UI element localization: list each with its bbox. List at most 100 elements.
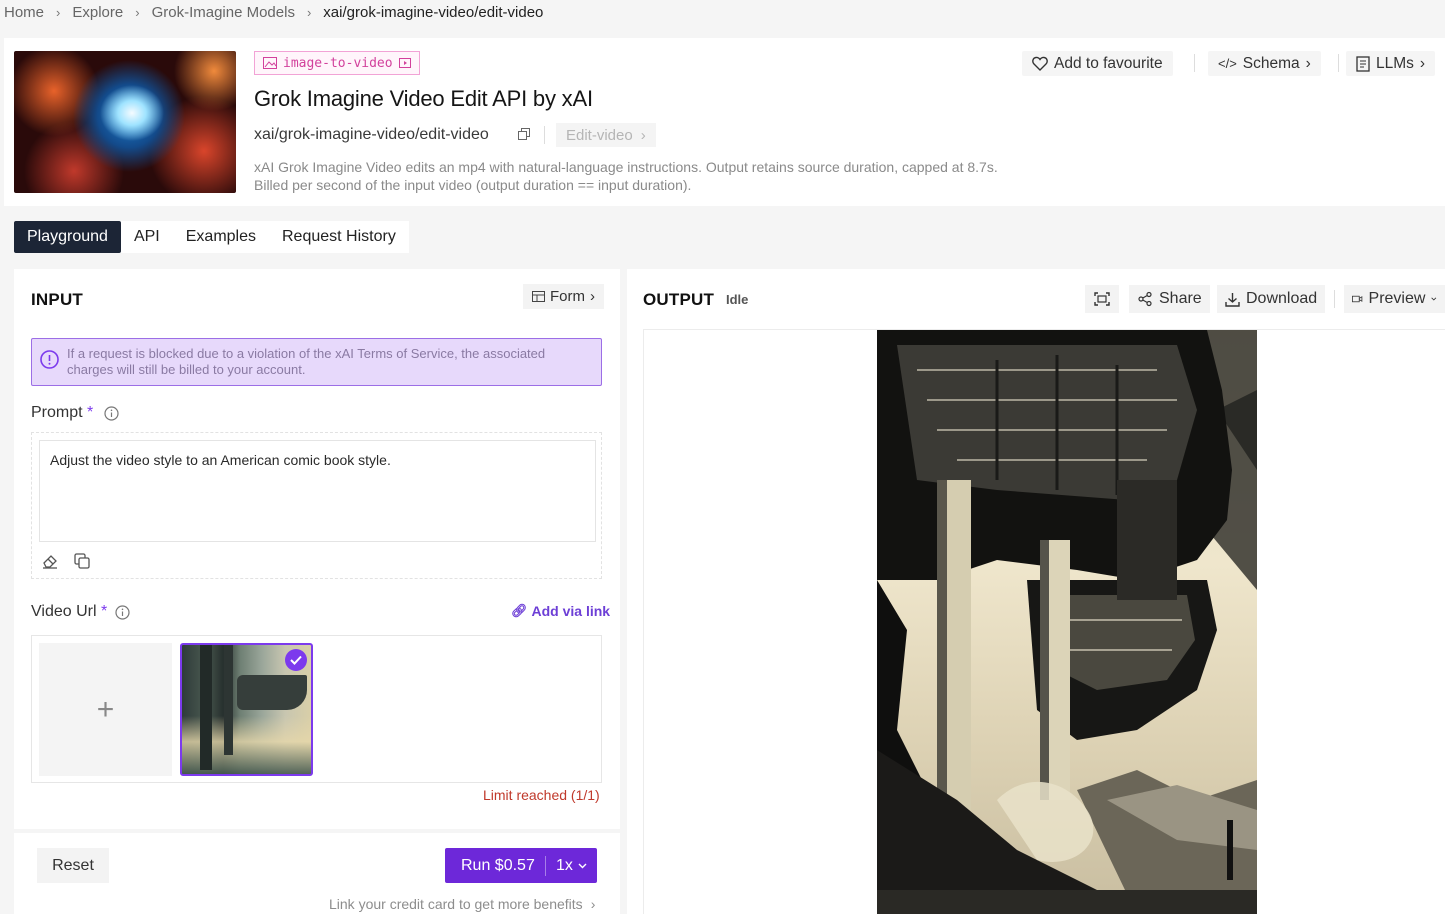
video-url-label-text: Video Url (31, 603, 97, 620)
image-icon (263, 57, 277, 69)
info-icon[interactable] (104, 406, 119, 421)
task-tag[interactable]: image-to-video (254, 51, 420, 75)
info-circle-icon (40, 350, 59, 369)
table-icon (532, 291, 545, 302)
chevron-right-icon: › (306, 4, 312, 20)
preview-label: Preview (1368, 290, 1426, 307)
chevron-down-icon (1431, 297, 1437, 301)
tab-playground[interactable]: Playground (14, 221, 121, 253)
video-icon (398, 58, 411, 68)
llms-label: LLMs (1376, 54, 1414, 72)
share-label: Share (1159, 290, 1202, 307)
model-header-card: image-to-video Grok Imagine Video Edit A… (4, 38, 1445, 206)
fullscreen-icon (1094, 292, 1110, 306)
thumbnail-graphic (200, 645, 212, 770)
task-tag-label: image-to-video (283, 55, 393, 71)
fullscreen-button[interactable] (1085, 285, 1119, 313)
share-icon (1138, 291, 1152, 307)
required-mark: * (87, 404, 94, 421)
tab-bar: Playground API Examples Request History (14, 221, 409, 253)
reset-button[interactable]: Reset (37, 848, 109, 883)
plus-icon: + (96, 692, 115, 726)
input-title: INPUT (31, 290, 83, 309)
uploaded-video-thumbnail[interactable] (180, 643, 313, 776)
favourite-label: Add to favourite (1054, 54, 1163, 72)
input-panel: INPUT Form › If a request is blocked due… (14, 269, 620, 829)
billing-alert: If a request is blocked due to a violati… (31, 338, 602, 386)
chevron-right-icon: › (590, 288, 595, 305)
schema-label: Schema (1242, 54, 1300, 72)
download-button[interactable]: Download (1217, 285, 1326, 313)
chevron-right-icon: › (135, 4, 140, 20)
description-line: xAI Grok Imagine Video edits an mp4 with… (254, 159, 998, 175)
eraser-icon[interactable] (41, 552, 59, 570)
heart-icon (1032, 56, 1048, 71)
chevron-right-icon: › (56, 4, 61, 20)
info-icon[interactable] (115, 605, 130, 620)
status-badge: Idle (726, 292, 749, 307)
add-via-link-label: Add via link (531, 603, 611, 619)
copy-icon[interactable] (73, 552, 91, 570)
model-thumbnail (14, 51, 236, 193)
divider (544, 126, 545, 144)
thumbnail-graphic (224, 645, 233, 755)
thumbnail-graphic (237, 675, 307, 710)
run-button[interactable]: Run $0.57 1x (445, 848, 597, 883)
output-display-area (643, 329, 1445, 914)
video-url-label: Video Url * (31, 603, 107, 621)
tab-api[interactable]: API (121, 221, 173, 253)
divider (1194, 54, 1195, 72)
add-via-link-button[interactable]: 🔗︎ Add via link (511, 603, 610, 619)
chevron-right-icon: › (590, 896, 596, 912)
breadcrumb: Home › Explore › Grok-Imagine Models › x… (4, 2, 543, 22)
tab-request-history[interactable]: Request History (269, 221, 409, 253)
model-description: xAI Grok Imagine Video edits an mp4 with… (254, 158, 1154, 194)
prompt-label: Prompt * (31, 404, 93, 422)
code-icon: </> (1218, 56, 1237, 71)
tab-examples[interactable]: Examples (173, 221, 269, 253)
credit-card-link-label: Link your credit card to get more benefi… (329, 896, 583, 912)
breadcrumb-explore[interactable]: Explore (72, 4, 123, 21)
run-multiplier-select[interactable]: 1x (546, 857, 587, 875)
preview-select[interactable]: Preview (1344, 285, 1445, 313)
alert-text: If a request is blocked due to a violati… (67, 346, 546, 377)
schema-button[interactable]: </> Schema › (1208, 51, 1321, 76)
add-to-favourite-button[interactable]: Add to favourite (1022, 51, 1173, 76)
run-label: Run $0.57 (461, 856, 535, 874)
download-icon (1225, 292, 1240, 307)
variant-chip-label: Edit-video (566, 126, 633, 144)
multiplier-value: 1x (556, 856, 573, 874)
copy-icon[interactable] (518, 128, 530, 140)
form-label: Form (550, 288, 585, 305)
document-icon (1356, 55, 1370, 72)
form-toggle-button[interactable]: Form › (523, 284, 604, 309)
chevron-right-icon: › (640, 126, 646, 144)
breadcrumb-home[interactable]: Home (4, 4, 44, 21)
output-video-frame[interactable] (877, 330, 1257, 914)
limit-text: Limit reached (1/1) (483, 787, 600, 803)
model-id: xai/grok-imagine-video/edit-video (254, 126, 489, 143)
upload-add-button[interactable]: + (39, 643, 172, 776)
output-panel: OUTPUT Idle Share Download Preview (627, 269, 1445, 914)
video-upload-area: + (31, 635, 602, 783)
prompt-field-container: Adjust the video style to an American co… (31, 432, 602, 579)
description-line: Billed per second of the input video (ou… (254, 177, 692, 193)
prompt-textarea[interactable]: Adjust the video style to an American co… (39, 440, 596, 542)
output-title: OUTPUT (643, 290, 715, 309)
check-icon (285, 649, 307, 671)
chevron-right-icon: › (1305, 54, 1311, 72)
variant-chip[interactable]: Edit-video › (556, 123, 656, 147)
required-mark: * (100, 603, 108, 620)
chevron-down-icon (578, 863, 587, 868)
page-title: Grok Imagine Video Edit API by xAI (254, 86, 593, 111)
chevron-right-icon: › (1419, 54, 1426, 72)
download-label: Download (1246, 290, 1318, 307)
share-button[interactable]: Share (1129, 285, 1210, 313)
output-image-graphic (877, 330, 1257, 914)
llms-button[interactable]: LLMs › (1346, 51, 1436, 76)
video-icon (1352, 295, 1363, 303)
divider (1338, 54, 1339, 72)
divider (1334, 290, 1335, 308)
breadcrumb-category[interactable]: Grok-Imagine Models (152, 4, 295, 21)
credit-card-link[interactable]: Link your credit card to get more benefi… (329, 896, 595, 912)
